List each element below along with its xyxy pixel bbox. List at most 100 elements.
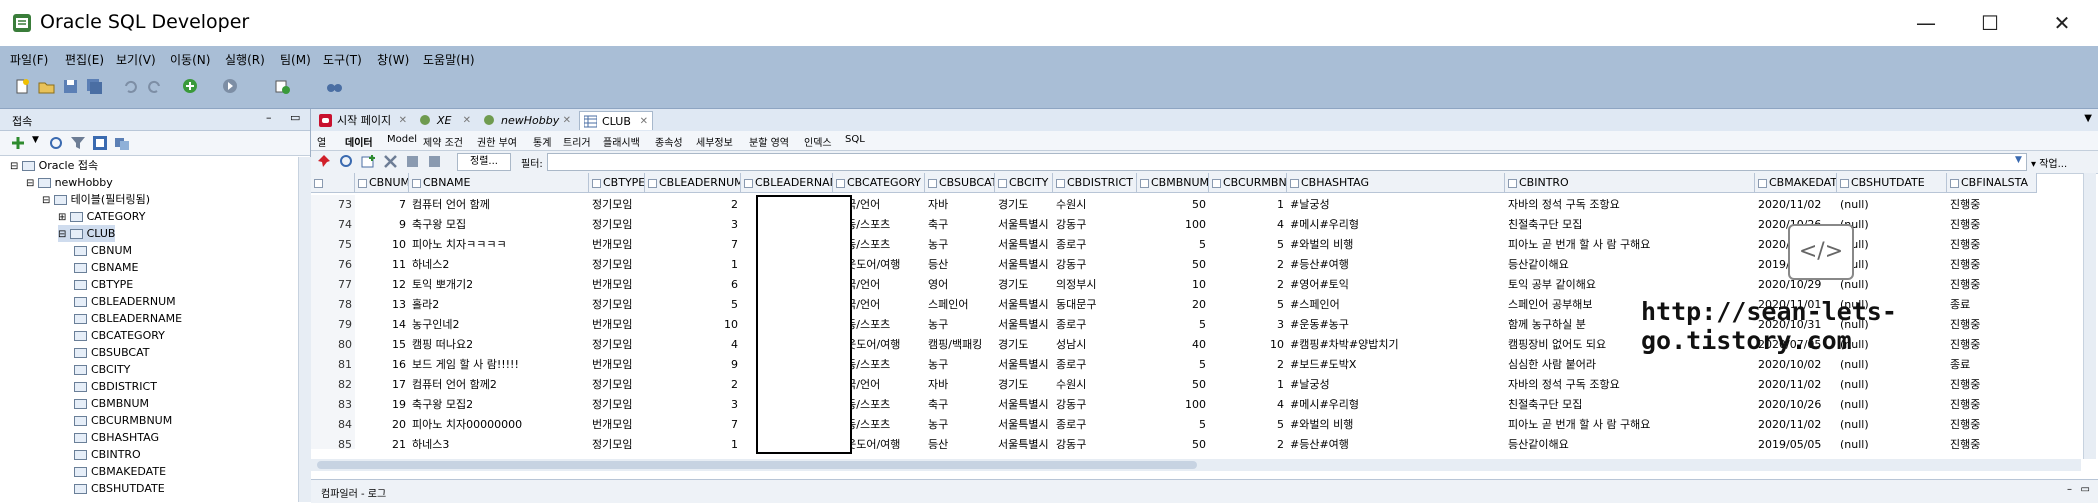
- table-cell[interactable]: 종로구: [1053, 415, 1137, 435]
- menu-view[interactable]: 보기(V): [116, 51, 156, 68]
- table-cell[interactable]: 번개모임: [589, 415, 645, 435]
- redo-icon[interactable]: [146, 78, 163, 95]
- table-cell[interactable]: 7: [645, 415, 741, 435]
- table-cell[interactable]: 번개모임: [589, 235, 645, 255]
- table-cell[interactable]: 50: [1137, 375, 1209, 395]
- table-cell[interactable]: 번개모임: [589, 315, 645, 335]
- table-cell[interactable]: 토익 공부 같이해요: [1505, 275, 1755, 295]
- table-cell[interactable]: 2: [645, 375, 741, 395]
- table-cell[interactable]: 7: [645, 235, 741, 255]
- table-cell[interactable]: 2020/11/02: [1755, 375, 1837, 395]
- table-row[interactable]: 74 9 축구왕 모집 정기모임 3 운동/스포츠 축구 서울특별시 강동구 100 4 #메시#우리…: [311, 215, 2037, 235]
- table-cell[interactable]: 정기모임: [589, 435, 645, 449]
- close-tab-icon[interactable]: ✕: [640, 112, 648, 131]
- table-cell[interactable]: 농구: [925, 235, 995, 255]
- table-row[interactable]: 83 19 축구왕 모집2 정기모임 3 운동/스포츠 축구 서울특별시 강동구 100 4 #메시#…: [311, 395, 2037, 415]
- table-cell[interactable]: 경기도: [995, 375, 1053, 395]
- column-header[interactable]: CBTYPE: [589, 173, 645, 193]
- tree-item[interactable]: CBSHUTDATE: [74, 480, 165, 497]
- tree-item[interactable]: CBNUM: [74, 242, 132, 259]
- menu-team[interactable]: 팀(M): [280, 51, 311, 68]
- navigate-icon[interactable]: [222, 78, 239, 95]
- expand-toggle-icon[interactable]: ⊟: [42, 195, 54, 206]
- table-cell[interactable]: 5: [1209, 415, 1287, 435]
- table-cell[interactable]: 수원시: [1053, 195, 1137, 215]
- column-header[interactable]: CBLEADERNUM: [645, 173, 741, 193]
- tree-item[interactable]: CBINTRO: [74, 446, 141, 463]
- table-cell[interactable]: 피아노 곧 번개 할 사 람 구해요: [1505, 415, 1755, 435]
- table-cell[interactable]: (null): [1837, 195, 1947, 215]
- table-cell[interactable]: 농구: [925, 315, 995, 335]
- table-cell[interactable]: 축구왕 모집2: [409, 395, 589, 415]
- table-cell[interactable]: 정기모임: [589, 335, 645, 355]
- table-cell[interactable]: 2020/10/02: [1755, 355, 1837, 375]
- table-cell[interactable]: 2: [645, 195, 741, 215]
- table-cell[interactable]: 3: [645, 395, 741, 415]
- table-cell[interactable]: 정기모임: [589, 255, 645, 275]
- table-cell[interactable]: 경기도: [995, 195, 1053, 215]
- subtab-constraints[interactable]: 제약 조건: [423, 134, 463, 149]
- table-cell[interactable]: 9: [645, 355, 741, 375]
- table-cell[interactable]: 21: [355, 435, 409, 449]
- close-tab-icon[interactable]: ✕: [463, 111, 471, 130]
- table-cell[interactable]: 피아노 치자ㅋㅋㅋㅋ: [409, 235, 589, 255]
- table-cell[interactable]: 2020/10/26: [1755, 395, 1837, 415]
- table-cell[interactable]: 종로구: [1053, 315, 1137, 335]
- undo-icon[interactable]: [122, 78, 139, 95]
- table-cell[interactable]: 토익 뽀개기2: [409, 275, 589, 295]
- commit-icon[interactable]: [405, 154, 420, 169]
- table-cell[interactable]: 번개모임: [589, 275, 645, 295]
- table-cell[interactable]: 1: [645, 255, 741, 275]
- table-cell[interactable]: 번개모임: [589, 355, 645, 375]
- open-folder-icon[interactable]: [38, 78, 55, 95]
- subtab-flashback[interactable]: 플래시백: [603, 134, 640, 149]
- table-cell[interactable]: 2: [1209, 355, 1287, 375]
- column-header[interactable]: CBLEADERNAME: [741, 173, 833, 193]
- table-cell[interactable]: 15: [355, 335, 409, 355]
- table-cell[interactable]: 영어: [925, 275, 995, 295]
- table-cell[interactable]: #날궁성: [1287, 375, 1505, 395]
- subtab-model[interactable]: Model: [387, 134, 417, 145]
- table-cell[interactable]: 하네스2: [409, 255, 589, 275]
- table-cell[interactable]: 5: [1209, 235, 1287, 255]
- tab-club[interactable]: CLUB ✕: [579, 111, 653, 130]
- table-cell[interactable]: 서울특별시: [995, 235, 1053, 255]
- save-icon[interactable]: [62, 78, 79, 95]
- table-cell[interactable]: (null): [1837, 435, 1947, 449]
- table-cell[interactable]: 서울특별시: [995, 395, 1053, 415]
- table-cell[interactable]: 50: [1137, 195, 1209, 215]
- table-cell[interactable]: #와벌의 비행: [1287, 235, 1505, 255]
- table-cell[interactable]: 등산: [925, 255, 995, 275]
- table-cell[interactable]: 5: [1137, 315, 1209, 335]
- table-cell[interactable]: 정기모임: [589, 375, 645, 395]
- table-cell[interactable]: #날궁성: [1287, 195, 1505, 215]
- table-cell[interactable]: 진행중: [1947, 235, 2037, 255]
- table-cell[interactable]: 자바: [925, 195, 995, 215]
- table-cell[interactable]: 19: [355, 395, 409, 415]
- table-cell[interactable]: 축구왕 모집: [409, 215, 589, 235]
- column-header[interactable]: CBSUBCAT: [925, 173, 995, 193]
- sql-worksheet-icon[interactable]: [274, 78, 291, 95]
- rollback-icon[interactable]: [427, 154, 442, 169]
- table-cell[interactable]: 동대문구: [1053, 295, 1137, 315]
- table-cell[interactable]: 자바의 정석 구독 조항요: [1505, 375, 1755, 395]
- table-cell[interactable]: (null): [1837, 275, 1947, 295]
- table-cell[interactable]: 4: [1209, 395, 1287, 415]
- table-cell[interactable]: 농구: [925, 415, 995, 435]
- column-header[interactable]: CBCURMBNUM: [1209, 173, 1287, 193]
- table-cell[interactable]: 친절축구단 모집: [1505, 215, 1755, 235]
- table-cell[interactable]: 16: [355, 355, 409, 375]
- table-cell[interactable]: #와벌의 비행: [1287, 415, 1505, 435]
- tree-item[interactable]: CBCATEGORY: [74, 327, 165, 344]
- table-cell[interactable]: #등산#여행: [1287, 255, 1505, 275]
- subtab-data[interactable]: 데이터: [345, 134, 373, 149]
- tree-item[interactable]: ⊟ 테이블(필터링됨): [42, 191, 150, 208]
- table-cell[interactable]: 축구: [925, 215, 995, 235]
- subtab-dependencies[interactable]: 종속성: [655, 134, 683, 149]
- new-file-icon[interactable]: [14, 78, 31, 95]
- subtab-partitions[interactable]: 분할 영역: [749, 134, 789, 149]
- expand-toggle-icon[interactable]: ⊟: [58, 229, 70, 240]
- tab-xe[interactable]: XE ✕: [415, 111, 475, 130]
- table-cell[interactable]: #보드#도박X: [1287, 355, 1505, 375]
- expand-toggle-icon[interactable]: ⊟: [10, 161, 22, 172]
